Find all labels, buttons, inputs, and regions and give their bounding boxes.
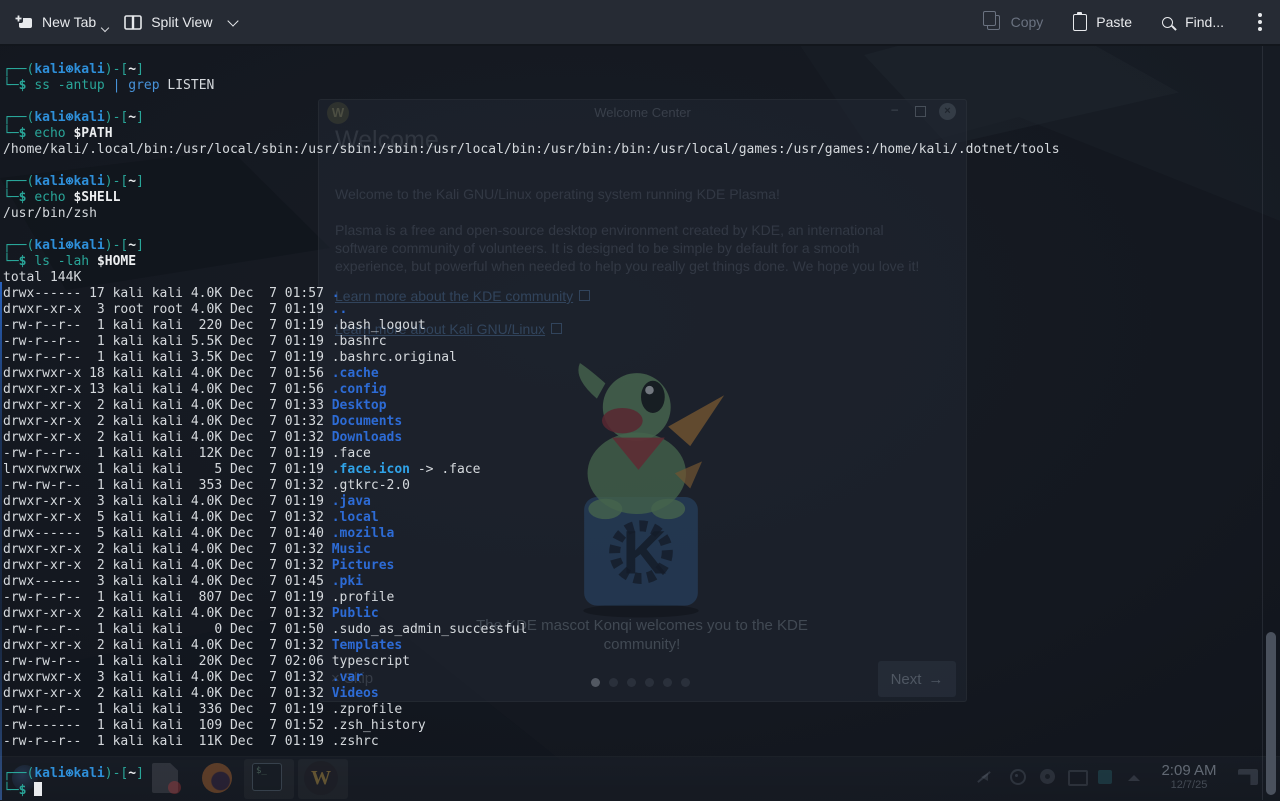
terminal-line: total 144K [3, 270, 82, 285]
terminal-screen[interactable]: ┌──(kali⊛kali)-[~] └─$ ss -antup | grep L… [0, 46, 1280, 800]
terminal-line: -rw-rw-r-- 1 kali kali 353 Dec 7 01:32 .… [3, 478, 411, 493]
terminal-line: └─$ [3, 782, 1060, 798]
chevron-down-icon[interactable] [100, 23, 110, 32]
terminal-line: drwxr-xr-x 2 kali kali 4.0K Dec 7 01:32 … [3, 638, 403, 653]
scrollbar[interactable] [1262, 46, 1280, 800]
terminal-line: ┌──(kali⊛kali)-[~] [3, 174, 144, 189]
magnifier-icon [1162, 16, 1174, 28]
copy-label: Copy [1010, 14, 1044, 30]
terminal-line: ┌──(kali⊛kali)-[~] [3, 110, 144, 125]
terminal-line: drwxr-xr-x 2 kali kali 4.0K Dec 7 01:32 … [3, 430, 403, 445]
copy-button[interactable]: Copy [982, 10, 1044, 30]
terminal-line: drwx------ 3 kali kali 4.0K Dec 7 01:45 … [3, 574, 364, 589]
tab-plus-icon [14, 13, 32, 28]
terminal-line: -rw-r--r-- 1 kali kali 3.5K Dec 7 01:19 … [3, 350, 457, 365]
terminal-line: -rw-r--r-- 1 kali kali 336 Dec 7 01:19 .… [3, 702, 403, 717]
terminal-line: -rw-r--r-- 1 kali kali 807 Dec 7 01:19 .… [3, 590, 395, 605]
scrollbar-thumb[interactable] [1266, 632, 1276, 795]
terminal-line: └─$ echo $PATH [3, 126, 113, 141]
terminal-line: drwx------ 17 kali kali 4.0K Dec 7 01:57… [3, 286, 340, 301]
terminal-line: └─$ echo $SHELL [3, 190, 121, 205]
terminal-cursor[interactable] [34, 782, 43, 796]
terminal-line: ┌──(kali⊛kali)-[~] [3, 238, 144, 253]
split-panes-icon [124, 14, 143, 30]
terminal-line: └─$ ls -lah $HOME [3, 254, 137, 269]
terminal-line: drwxr-xr-x 13 kali kali 4.0K Dec 7 01:56… [3, 382, 387, 397]
terminal-line: drwxr-xr-x 2 kali kali 4.0K Dec 7 01:32 … [3, 606, 379, 621]
terminal-line: lrwxrwxrwx 1 kali kali 5 Dec 7 01:19 .fa… [3, 462, 481, 477]
terminal-line: -rw-r--r-- 1 kali kali 11K Dec 7 01:19 .… [3, 734, 379, 749]
new-tab-label: New Tab [42, 14, 97, 30]
terminal-line: -rw-r--r-- 1 kali kali 5.5K Dec 7 01:19 … [3, 334, 387, 349]
split-view-label: Split View [151, 14, 213, 30]
kebab-menu-icon[interactable] [1254, 11, 1266, 33]
find-label: Find... [1185, 14, 1224, 30]
terminal-line: drwxr-xr-x 2 kali kali 4.0K Dec 7 01:33 … [3, 398, 387, 413]
terminal-line: drwxr-xr-x 3 kali kali 4.0K Dec 7 01:19 … [3, 494, 371, 509]
terminal-line: drwxrwxr-x 3 kali kali 4.0K Dec 7 01:32 … [3, 670, 364, 685]
chevron-down-icon[interactable] [227, 15, 240, 27]
terminal-line: -rw-r--r-- 1 kali kali 220 Dec 7 01:19 .… [3, 318, 426, 333]
terminal-line: -rw-r--r-- 1 kali kali 0 Dec 7 01:50 .su… [3, 622, 528, 637]
paste-button[interactable]: Paste [1073, 11, 1133, 31]
copy-pages-icon [982, 10, 1000, 30]
terminal-line: /home/kali/.local/bin:/usr/local/sbin:/u… [3, 142, 1060, 157]
new-tab-button[interactable]: New Tab [14, 13, 110, 32]
terminal-line: drwxr-xr-x 2 kali kali 4.0K Dec 7 01:32 … [3, 414, 403, 429]
terminal-line: -rw------- 1 kali kali 109 Dec 7 01:52 .… [3, 718, 426, 733]
clipboard-icon [1073, 11, 1088, 31]
terminal-line: └─$ ss -antup | grep LISTEN [3, 78, 215, 93]
terminal-toolbar: New Tab Split View Copy Paste Find... [0, 0, 1280, 46]
terminal-line: drwxrwxr-x 18 kali kali 4.0K Dec 7 01:56… [3, 366, 379, 381]
terminal-line: drwxr-xr-x 2 kali kali 4.0K Dec 7 01:32 … [3, 686, 379, 701]
terminal-line: ┌──(kali⊛kali)-[~] [3, 62, 144, 77]
terminal-line: -rw-rw-r-- 1 kali kali 20K Dec 7 02:06 t… [3, 654, 411, 669]
terminal-line: ┌──(kali⊛kali)-[~] [3, 766, 144, 781]
terminal-line: drwxr-xr-x 3 root root 4.0K Dec 7 01:19 … [3, 302, 348, 317]
terminal-line: drwx------ 5 kali kali 4.0K Dec 7 01:40 … [3, 526, 395, 541]
terminal-line: drwxr-xr-x 2 kali kali 4.0K Dec 7 01:32 … [3, 558, 395, 573]
split-view-button[interactable]: Split View [124, 14, 240, 31]
terminal-line: drwxr-xr-x 2 kali kali 4.0K Dec 7 01:32 … [3, 542, 371, 557]
terminal-line: drwxr-xr-x 5 kali kali 4.0K Dec 7 01:32 … [3, 510, 379, 525]
terminal-line: /usr/bin/zsh [3, 206, 97, 221]
paste-label: Paste [1096, 14, 1133, 30]
find-button[interactable]: Find... [1162, 14, 1224, 30]
terminal-line: -rw-r--r-- 1 kali kali 12K Dec 7 01:19 .… [3, 446, 371, 461]
terminal-output: ┌──(kali⊛kali)-[~] └─$ ss -antup | grep L… [3, 62, 1060, 798]
